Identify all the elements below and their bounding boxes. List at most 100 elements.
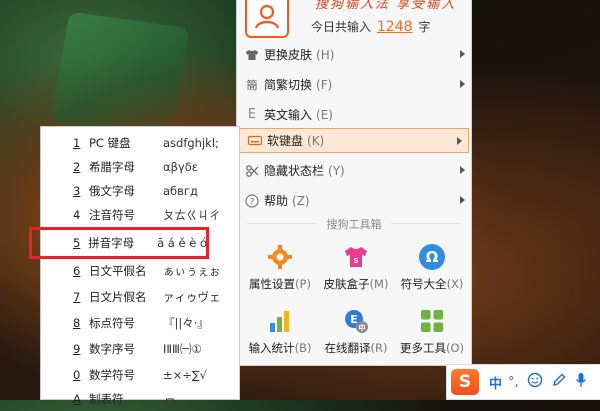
item-sample: ぁぃぅぇぉ [163, 264, 221, 278]
softkeyboard-item[interactable]: 8 标点符号 『||々·』 [41, 311, 239, 335]
item-name: 注音符号 [89, 208, 135, 222]
tool-name: 更多工具 [399, 341, 446, 355]
item-index: 1 [73, 136, 81, 150]
svg-text:E: E [350, 313, 358, 326]
softkeyboard-item[interactable]: 2 希腊字母 αβγδε [41, 155, 239, 179]
item-sample: ±×÷∑√ [163, 368, 207, 382]
item-name: 日文平假名 [89, 264, 147, 278]
menu-item-softkeyboard[interactable]: 软键盘 (K) [239, 128, 469, 153]
softkeyboard-item[interactable]: 1 PC 键盘 asdfghjkl; [41, 131, 239, 155]
menu-item-key: (F) [316, 77, 333, 92]
item-name: 数学符号 [89, 368, 135, 382]
count-value[interactable]: 1248 [377, 19, 413, 35]
traditional-char-icon: 簡 [246, 78, 258, 92]
ime-status-bar: S 中 °, [446, 364, 600, 400]
menu-item-label: 简繁切换 [264, 78, 313, 92]
menu-header: 搜狗输入法 享受输入 今日共输入 1248 字 [237, 0, 471, 40]
tool-more[interactable]: 更多工具(O) [393, 302, 471, 362]
softkeyboard-item[interactable]: 0 数学符号 ±×÷∑√ [41, 363, 239, 387]
menu-item-label: 帮助 [264, 194, 289, 208]
item-sample: ㄆㄊㄍㄐㄔ [163, 208, 221, 222]
chevron-right-icon [457, 137, 462, 145]
softkeyboard-item[interactable]: 9 数字序号 ⅠⅡⅢ㈠① [41, 337, 239, 361]
count-suffix: 字 [418, 20, 431, 34]
bar-stats-icon [267, 308, 293, 334]
item-name: 日文片假名 [89, 290, 147, 304]
tool-skin-box[interactable]: S 皮肤盒子(M) [317, 238, 395, 298]
item-sample: αβγδε [163, 160, 198, 174]
tool-label: 在线翻译(R) [317, 340, 395, 356]
svg-text:?: ? [250, 197, 255, 207]
item-index: 4 [73, 208, 81, 222]
tool-symbols[interactable]: Ω 符号大全(X) [393, 238, 471, 298]
tool-key: (O) [445, 341, 465, 355]
softkeyboard-item[interactable]: 6 日文平假名 ぁぃぅぇぉ [41, 259, 239, 283]
item-name: 拼音字母 [88, 236, 135, 250]
sogou-context-menu: 搜狗输入法 享受输入 今日共输入 1248 字 更换皮肤 (H) 簡 简繁切换 … [236, 0, 472, 366]
menu-item-label: 软键盘 [267, 134, 304, 148]
tool-label: 更多工具(O) [393, 340, 471, 356]
menu-item-label: 隐藏状态栏 [264, 164, 325, 178]
menu-item-hide-statusbar[interactable]: 隐藏状态栏 (Y) [237, 158, 471, 183]
input-mode-toggle[interactable]: 中 [489, 373, 502, 392]
keyboard-icon [248, 134, 262, 148]
tool-name: 属性设置 [249, 277, 296, 291]
menu-item-key: (K) [307, 133, 325, 148]
tool-online-translate[interactable]: E中 在线翻译(R) [317, 302, 395, 362]
item-name: PC 键盘 [89, 136, 131, 150]
grid-tools-icon [419, 308, 445, 334]
punctuation-toggle[interactable]: °, [508, 375, 519, 390]
softkeyboard-item[interactable]: 3 俄文字母 абвгд [41, 179, 239, 203]
wallpaper-flag [50, 11, 190, 139]
menu-item-label: 更换皮肤 [264, 48, 313, 62]
slogan-text: 搜狗输入法 享受输入 [315, 0, 457, 12]
chevron-right-icon [460, 166, 465, 174]
item-name: 希腊字母 [89, 160, 135, 174]
item-name: 标点符号 [89, 316, 135, 330]
softkeyboard-submenu: 1 PC 键盘 asdfghjkl; 2 希腊字母 αβγδε 3 俄文字母 а… [29, 126, 240, 406]
item-sample: абвгд [163, 184, 198, 198]
help-icon: ? [245, 193, 259, 208]
count-prefix: 今日共输入 [311, 20, 372, 34]
menu-item-english[interactable]: E 英文输入 (E) [237, 102, 471, 127]
item-name: 制表符 [89, 392, 124, 406]
svg-text:中: 中 [359, 323, 366, 332]
input-count: 今日共输入 1248 字 [311, 18, 430, 35]
item-name: 数字序号 [89, 342, 135, 356]
item-sample: ァィゥヴェ [163, 290, 221, 304]
pen-icon[interactable] [551, 372, 567, 392]
tool-input-stats[interactable]: 输入统计(B) [241, 302, 319, 362]
smiley-icon[interactable] [527, 372, 543, 392]
translate-icon: E中 [343, 308, 369, 334]
softkeyboard-item[interactable]: 4 注音符号 ㄆㄊㄍㄐㄔ [41, 203, 239, 227]
tool-name: 输入统计 [248, 341, 295, 355]
omega-icon: Ω [419, 244, 445, 270]
tshirt-box-icon: S [343, 244, 369, 270]
gear-icon [267, 244, 293, 270]
item-sample: ┌┐ [163, 392, 177, 406]
item-index: 7 [73, 290, 81, 304]
item-sample: ā á ě è ó [157, 236, 207, 250]
softkeyboard-item-pinyin-highlighted[interactable]: 5 拼音字母 ā á ě è ó [29, 227, 209, 259]
tool-key: (M) [369, 277, 389, 291]
tool-label: 皮肤盒子(M) [317, 276, 395, 292]
menu-item-simp-trad[interactable]: 簡 简繁切换 (F) [237, 72, 471, 97]
tool-key: (R) [370, 341, 388, 355]
menu-item-label: 英文输入 [264, 108, 313, 122]
item-index: 8 [73, 316, 81, 330]
mic-icon[interactable] [575, 372, 587, 392]
item-index: 6 [73, 264, 81, 278]
softkeyboard-item[interactable]: 7 日文片假名 ァィゥヴェ [41, 285, 239, 309]
tool-name: 在线翻译 [324, 341, 371, 355]
item-sample: 『||々·』 [163, 316, 209, 330]
sogou-avatar-icon[interactable] [245, 0, 289, 38]
sogou-logo-icon[interactable]: S [451, 369, 479, 395]
tool-key: (B) [294, 341, 312, 355]
tool-settings[interactable]: 属性设置(P) [241, 238, 319, 298]
menu-item-skin[interactable]: 更换皮肤 (H) [237, 42, 471, 67]
item-index: 9 [73, 342, 81, 356]
english-e-icon: E [247, 107, 257, 122]
shirt-icon [245, 48, 259, 62]
menu-item-help[interactable]: ? 帮助 (Z) [237, 188, 471, 213]
softkeyboard-item[interactable]: A 制表符 ┌┐ [41, 387, 239, 411]
